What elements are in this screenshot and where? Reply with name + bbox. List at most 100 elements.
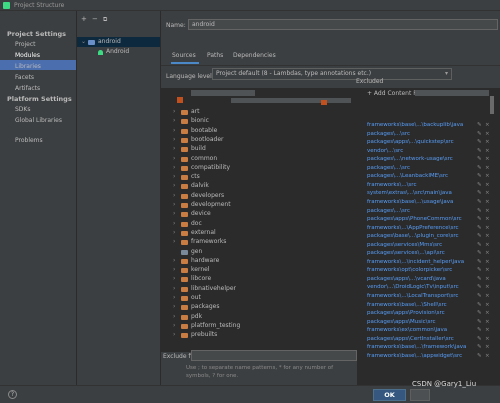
- scrollbar-thumb[interactable]: [490, 96, 494, 114]
- remove-source-icon[interactable]: ×: [485, 259, 490, 265]
- edit-properties-icon[interactable]: ✎: [477, 250, 482, 256]
- remove-source-icon[interactable]: ×: [485, 336, 490, 342]
- nav-item-problems[interactable]: Problems: [15, 137, 43, 144]
- edit-properties-icon[interactable]: ✎: [477, 319, 482, 325]
- ok-button[interactable]: OK: [373, 389, 406, 401]
- chevron-right-icon[interactable]: ›: [173, 201, 175, 208]
- edit-properties-icon[interactable]: ✎: [477, 199, 482, 205]
- chevron-right-icon[interactable]: ›: [173, 294, 175, 301]
- remove-module-button[interactable]: −: [92, 15, 98, 23]
- edit-properties-icon[interactable]: ✎: [477, 336, 482, 342]
- edit-properties-icon[interactable]: ✎: [477, 233, 482, 239]
- folder-row[interactable]: › kernel: [161, 266, 357, 275]
- source-path-item[interactable]: packages\...\LeanbackIME\src: [367, 173, 448, 179]
- edit-properties-icon[interactable]: ✎: [477, 216, 482, 222]
- tab-dependencies[interactable]: Dependencies: [233, 52, 276, 59]
- help-button[interactable]: ?: [8, 390, 17, 399]
- source-path-item[interactable]: vendor\...\src: [367, 148, 403, 154]
- folder-row[interactable]: › bootloader: [161, 136, 357, 145]
- folder-row[interactable]: › art: [161, 108, 357, 117]
- source-path-item[interactable]: vendor\...\DroidLogic\Tv\input\src: [367, 284, 459, 290]
- copy-module-button[interactable]: ⧉: [103, 16, 107, 24]
- source-path-item[interactable]: packages\services\Mms\src: [367, 242, 442, 248]
- chevron-right-icon[interactable]: ›: [173, 192, 175, 199]
- folder-row[interactable]: › dalvik: [161, 182, 357, 191]
- remove-source-icon[interactable]: ×: [485, 225, 490, 231]
- remove-source-icon[interactable]: ×: [485, 190, 490, 196]
- chevron-right-icon[interactable]: ›: [173, 182, 175, 189]
- chevron-right-icon[interactable]: ›: [173, 136, 175, 143]
- remove-source-icon[interactable]: ×: [485, 182, 490, 188]
- remove-source-icon[interactable]: ×: [485, 139, 490, 145]
- remove-source-icon[interactable]: ×: [485, 284, 490, 290]
- source-path-item[interactable]: packages\apps\PhoneCommon\src: [367, 216, 462, 222]
- remove-source-icon[interactable]: ×: [485, 319, 490, 325]
- remove-source-icon[interactable]: ×: [485, 156, 490, 162]
- edit-properties-icon[interactable]: ✎: [477, 259, 482, 265]
- source-path-item[interactable]: packages\apps\CertInstaller\src: [367, 336, 454, 342]
- remove-source-icon[interactable]: ×: [485, 267, 490, 273]
- chevron-right-icon[interactable]: ›: [173, 275, 175, 282]
- edit-properties-icon[interactable]: ✎: [477, 165, 482, 171]
- source-path-item[interactable]: frameworks\...\incident_helper\java: [367, 259, 464, 265]
- folder-row[interactable]: › pdk: [161, 313, 357, 322]
- source-path-item[interactable]: frameworks\...\src: [367, 182, 416, 188]
- edit-properties-icon[interactable]: ✎: [477, 190, 482, 196]
- folder-row[interactable]: › device: [161, 210, 357, 219]
- source-path-item[interactable]: packages\apps\...\vcard\java: [367, 276, 446, 282]
- source-path-item[interactable]: frameworks\base\...\framework\java: [367, 344, 466, 350]
- folder-row[interactable]: › libnativehelper: [161, 285, 357, 294]
- chevron-right-icon[interactable]: ›: [173, 266, 175, 273]
- chevron-right-icon[interactable]: ›: [173, 173, 175, 180]
- chevron-right-icon[interactable]: ›: [173, 331, 175, 338]
- source-path-item[interactable]: packages\...\src: [367, 208, 410, 214]
- chevron-right-icon[interactable]: ›: [173, 164, 175, 171]
- folder-row[interactable]: › development: [161, 201, 357, 210]
- nav-item-artifacts[interactable]: Artifacts: [15, 85, 40, 92]
- tab-paths[interactable]: Paths: [207, 52, 223, 59]
- chevron-right-icon[interactable]: ›: [173, 238, 175, 245]
- exclude-files-field[interactable]: [191, 350, 357, 361]
- edit-properties-icon[interactable]: ✎: [477, 122, 482, 128]
- source-path-item[interactable]: frameworks\base\...\backuplib\java: [367, 122, 463, 128]
- folder-row[interactable]: › bootable: [161, 127, 357, 136]
- folder-row[interactable]: › doc: [161, 220, 357, 229]
- chevron-right-icon[interactable]: ›: [173, 229, 175, 236]
- remove-source-icon[interactable]: ×: [485, 302, 490, 308]
- edit-properties-icon[interactable]: ✎: [477, 293, 482, 299]
- module-child-label[interactable]: Android: [106, 48, 129, 55]
- edit-properties-icon[interactable]: ✎: [477, 302, 482, 308]
- remove-source-icon[interactable]: ×: [485, 148, 490, 154]
- edit-properties-icon[interactable]: ✎: [477, 173, 482, 179]
- remove-source-icon[interactable]: ×: [485, 353, 490, 359]
- chevron-right-icon[interactable]: ›: [173, 155, 175, 162]
- nav-item-global-libraries[interactable]: Global Libraries: [15, 117, 62, 124]
- source-path-item[interactable]: packages\apps\...\quickstep\src: [367, 139, 454, 145]
- edit-properties-icon[interactable]: ✎: [477, 353, 482, 359]
- remove-source-icon[interactable]: ×: [485, 173, 490, 179]
- cancel-button[interactable]: [410, 389, 430, 401]
- chevron-right-icon[interactable]: ›: [173, 313, 175, 320]
- edit-properties-icon[interactable]: ✎: [477, 327, 482, 333]
- folder-row[interactable]: › bionic: [161, 117, 357, 126]
- language-level-select[interactable]: Project default (8 - Lambdas, type annot…: [212, 68, 452, 80]
- remove-source-icon[interactable]: ×: [485, 242, 490, 248]
- folder-row[interactable]: › libcore: [161, 275, 357, 284]
- edit-properties-icon[interactable]: ✎: [477, 225, 482, 231]
- source-path-item[interactable]: packages\apps\Music\src: [367, 319, 436, 325]
- source-path-item[interactable]: frameworks\...\LocalTransport\src: [367, 293, 458, 299]
- tab-sources[interactable]: Sources: [172, 52, 196, 59]
- folder-row[interactable]: › packages: [161, 303, 357, 312]
- remove-source-icon[interactable]: ×: [485, 208, 490, 214]
- source-path-item[interactable]: frameworks\base\...\Shell\src: [367, 302, 447, 308]
- folder-row[interactable]: › common: [161, 155, 357, 164]
- source-path-item[interactable]: frameworks\...\AppPreference\src: [367, 225, 459, 231]
- source-path-item[interactable]: frameworks\ex\common\java: [367, 327, 447, 333]
- chevron-right-icon[interactable]: ›: [173, 303, 175, 310]
- remove-source-icon[interactable]: ×: [485, 344, 490, 350]
- folder-row[interactable]: › cts: [161, 173, 357, 182]
- edit-properties-icon[interactable]: ✎: [477, 310, 482, 316]
- edit-properties-icon[interactable]: ✎: [477, 131, 482, 137]
- chevron-right-icon[interactable]: ›: [173, 285, 175, 292]
- edit-properties-icon[interactable]: ✎: [477, 182, 482, 188]
